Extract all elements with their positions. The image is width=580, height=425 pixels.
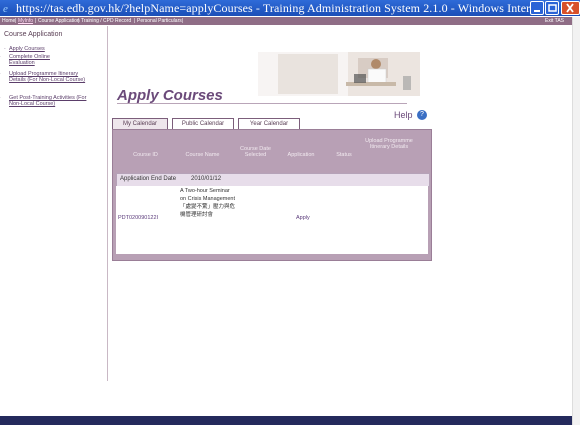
top-menu-bar: Home | MyInfo | Course Application | Tra… [0, 17, 580, 25]
minimize-icon [534, 10, 540, 12]
title-divider [117, 103, 407, 104]
end-date-value: 2010/01/12 [191, 176, 222, 182]
table-row: PDT020090122I A Two-hour Seminar on Cris… [116, 186, 428, 254]
close-button[interactable] [561, 1, 580, 15]
menu-personal-particulars[interactable]: Personal Particulars [137, 17, 182, 25]
window-title: https://tas.edb.gov.hk/?helpName=applyCo… [16, 1, 552, 15]
application-end-row: Application End Date 2010/01/12 [116, 173, 430, 187]
svg-text:e: e [3, 3, 8, 14]
col-course-name: Course Name [185, 152, 220, 158]
window-title-bar: e https://tas.edb.gov.hk/?helpName=apply… [0, 0, 580, 16]
page-title: Apply Courses [117, 87, 223, 104]
menu-myinfo[interactable]: MyInfo [18, 17, 33, 25]
sidebar-item-post-training-activities[interactable]: ·Get Post-Training Activities (For Non-L… [0, 95, 89, 107]
help-link[interactable]: Help [394, 110, 413, 120]
col-upload-itinerary: Upload Programme Itinerary Details [365, 138, 413, 150]
end-date-label: Application End Date [120, 176, 177, 182]
apply-link[interactable]: Apply [296, 214, 310, 222]
help-icon[interactable]: ? [417, 110, 427, 120]
ie-logo-icon: e [3, 3, 8, 14]
menu-home[interactable]: Home [2, 17, 15, 25]
sidebar-title: Course Application [4, 31, 63, 38]
sidebar-item-upload-itinerary[interactable]: ·Upload Programme Itinerary Details (For… [0, 71, 89, 83]
menu-training-cpd-record[interactable]: Training / CPD Record [81, 17, 131, 25]
menu-exit-tas[interactable]: Exit TAS [545, 17, 564, 25]
col-application: Application [287, 152, 315, 158]
maximize-icon [548, 4, 557, 12]
col-status: Status [336, 152, 352, 158]
minimize-button[interactable] [530, 1, 544, 15]
close-icon [566, 3, 574, 13]
course-name: A Two-hour Seminar on Crisis Management … [180, 188, 236, 218]
sidebar-item-complete-online-evaluation[interactable]: ·Complete Online Evaluation [0, 54, 69, 66]
col-course-id: Course ID [133, 152, 158, 158]
sidebar-item-apply-courses[interactable]: · Apply Courses [4, 46, 45, 52]
course-id-link[interactable]: PDT020090122I [118, 214, 158, 222]
status-bar [0, 416, 572, 425]
banner-photo [258, 52, 420, 96]
menu-course-application[interactable]: Course Application [38, 17, 80, 25]
col-course-date: Course Date Selected [240, 146, 271, 158]
maximize-button[interactable] [545, 1, 559, 15]
vertical-scrollbar[interactable] [572, 17, 580, 425]
